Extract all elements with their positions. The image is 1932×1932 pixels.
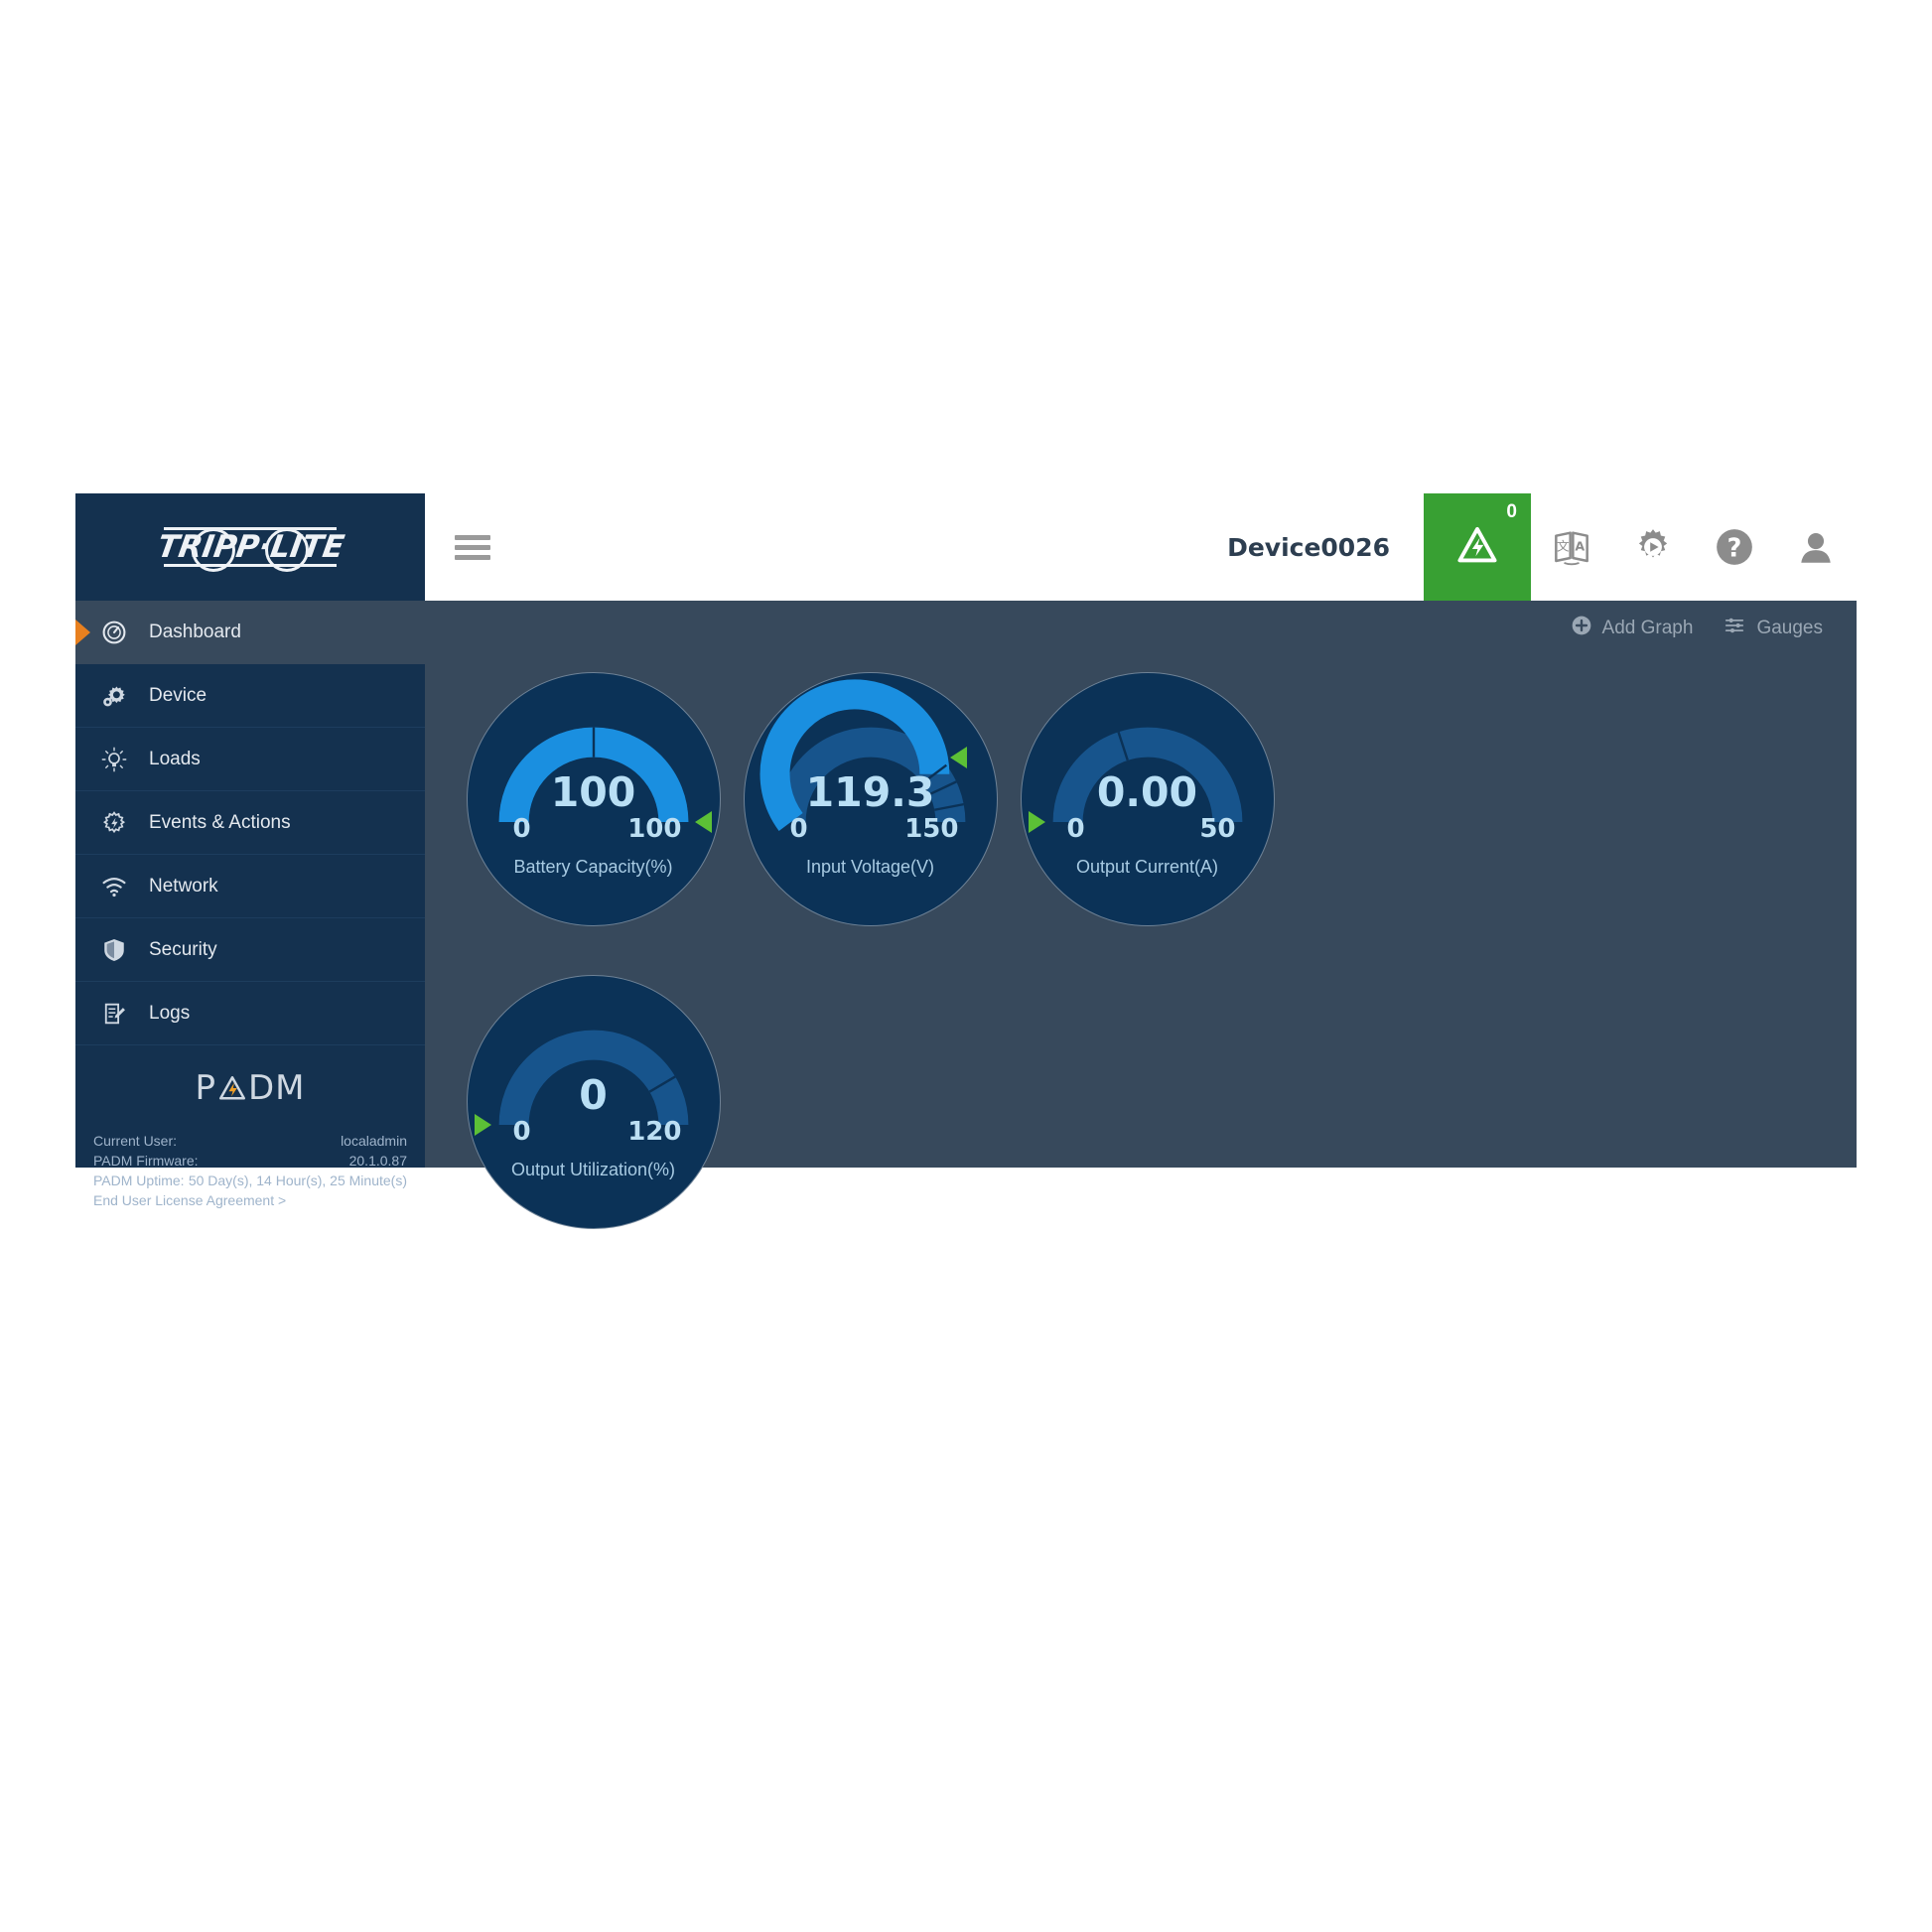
gauge-pointer-icon <box>1029 811 1046 833</box>
footer-row-current-user: Current User: localadmin <box>93 1131 407 1151</box>
sidebar-footer-info: Current User: localadmin PADM Firmware: … <box>75 1131 425 1220</box>
gauge-output-current[interactable]: 0.00 0 50 Output Current(A) <box>1020 672 1275 926</box>
svg-text:A: A <box>1575 539 1585 554</box>
gauge-cell: 0 0 120 Output Utilization(%) <box>455 975 732 1278</box>
gauge-pointer-icon <box>694 811 712 833</box>
sidebar-item-security[interactable]: Security <box>75 918 425 982</box>
left-sidebar: Dashboard Device Loads Events & Actions … <box>75 601 425 1208</box>
footer-value: 50 Day(s), 14 Hour(s), 25 Minute(s) <box>188 1173 407 1188</box>
footer-value: 20.1.0.87 <box>348 1153 407 1169</box>
sidebar-item-network[interactable]: Network <box>75 855 425 918</box>
add-graph-button[interactable]: Add Graph <box>1571 615 1694 642</box>
padm-logo-bolt-icon <box>219 1076 245 1100</box>
tripp-lite-logo: TRIPP·LITE <box>155 516 346 578</box>
padm-logo-p: P <box>195 1068 216 1108</box>
sidebar-item-loads[interactable]: Loads <box>75 728 425 791</box>
gear-play-icon[interactable] <box>1612 493 1694 601</box>
top-header-bar: TRIPP·LITE Device0026 0 文 A ? <box>75 493 1857 601</box>
gauge-title: Output Current(A) <box>1075 857 1219 877</box>
gauge-title: Input Voltage(V) <box>805 857 935 877</box>
network-wifi-icon <box>101 874 141 899</box>
gauge-output-utilization[interactable]: 0 0 120 Output Utilization(%) <box>466 975 721 1229</box>
gauge-cell: 0.00 0 50 Output Current(A) <box>1009 672 1286 975</box>
sidebar-item-label: Events & Actions <box>149 811 291 833</box>
hamburger-menu-icon[interactable] <box>425 493 520 601</box>
padm-web-app: TRIPP·LITE Device0026 0 文 A ? Dashboard … <box>75 493 1857 1229</box>
gauge-value: 100 <box>550 768 636 816</box>
gauge-min-label: 0 <box>512 1117 531 1147</box>
gauge-input-voltage[interactable]: 119.3 0 150 Input Voltage(V) <box>743 672 998 926</box>
sidebar-item-label: Device <box>149 684 207 706</box>
footer-label: PADM Firmware: <box>93 1153 199 1169</box>
svg-text:?: ? <box>1727 532 1742 562</box>
brand-area: TRIPP·LITE <box>75 493 425 601</box>
language-translate-icon[interactable]: 文 A <box>1531 493 1612 601</box>
gauge-grid: 100 0 100 Battery Capacity(%) 119.3 0 15… <box>455 672 1857 1229</box>
gauge-pointer-icon <box>950 747 968 768</box>
app-body: Dashboard Device Loads Events & Actions … <box>75 601 1857 1229</box>
header-spacer <box>520 493 1193 601</box>
gauge-battery-capacity[interactable]: 100 0 100 Battery Capacity(%) <box>466 672 721 926</box>
svg-text:文: 文 <box>1557 539 1570 554</box>
gauges-label: Gauges <box>1756 618 1823 638</box>
padm-logo: P DM <box>75 1045 425 1131</box>
footer-label: Current User: <box>93 1133 178 1149</box>
gauge-cell: 119.3 0 150 Input Voltage(V) <box>732 672 1009 975</box>
eula-link[interactable]: End User License Agreement > <box>93 1190 407 1210</box>
dashboard-gauge-icon <box>101 620 141 645</box>
loads-bulb-icon <box>101 747 141 772</box>
sliders-icon <box>1723 615 1746 642</box>
device-gear-icon <box>101 683 141 709</box>
gauge-min-label: 0 <box>1066 814 1085 844</box>
content-toolbar: Add Graph Gauges <box>1571 615 1823 642</box>
footer-row-firmware: PADM Firmware: 20.1.0.87 <box>93 1151 407 1171</box>
sidebar-item-label: Dashboard <box>149 621 241 642</box>
events-gear-icon <box>101 810 141 836</box>
footer-row-uptime: PADM Uptime: 50 Day(s), 14 Hour(s), 25 M… <box>93 1171 407 1190</box>
padm-logo-dm: DM <box>248 1068 306 1108</box>
gauge-pointer-icon <box>475 1114 492 1136</box>
security-shield-icon <box>101 937 141 963</box>
footer-value: localadmin <box>341 1133 407 1149</box>
device-name-label: Device0026 <box>1227 532 1390 562</box>
alarm-status-button[interactable]: 0 <box>1424 493 1531 601</box>
gauge-min-label: 0 <box>512 814 531 844</box>
sidebar-item-label: Network <box>149 875 218 897</box>
sidebar-item-events-actions[interactable]: Events & Actions <box>75 791 425 855</box>
user-account-icon[interactable] <box>1775 493 1857 601</box>
add-graph-label: Add Graph <box>1601 618 1694 638</box>
help-question-icon[interactable]: ? <box>1694 493 1775 601</box>
logs-notepad-icon <box>101 1001 141 1027</box>
active-pointer-icon <box>75 620 90 645</box>
plus-circle-icon <box>1571 615 1592 642</box>
sidebar-item-device[interactable]: Device <box>75 664 425 728</box>
alarm-count-badge: 0 <box>1506 501 1517 522</box>
gauge-value: 119.3 <box>805 768 935 816</box>
gauge-value: 0 <box>579 1071 608 1119</box>
sidebar-item-label: Security <box>149 938 217 960</box>
main-content: Add Graph Gauges 100 0 100 Battery Capac… <box>425 601 1857 1229</box>
gauge-value: 0.00 <box>1096 768 1198 816</box>
gauge-max-label: 50 <box>1199 814 1236 844</box>
gauge-max-label: 120 <box>627 1117 682 1147</box>
gauge-max-label: 100 <box>627 814 682 844</box>
alarm-warning-icon <box>1455 523 1499 572</box>
gauge-cell: 100 0 100 Battery Capacity(%) <box>455 672 732 975</box>
sidebar-item-logs[interactable]: Logs <box>75 982 425 1045</box>
sidebar-item-dashboard[interactable]: Dashboard <box>75 601 425 664</box>
gauge-title: Output Utilization(%) <box>510 1160 676 1179</box>
sidebar-item-label: Logs <box>149 1002 191 1024</box>
gauge-min-label: 0 <box>789 814 808 844</box>
gauge-title: Battery Capacity(%) <box>513 857 673 877</box>
sidebar-item-label: Loads <box>149 748 201 769</box>
gauges-button[interactable]: Gauges <box>1723 615 1823 642</box>
gauge-max-label: 150 <box>904 814 959 844</box>
footer-label: PADM Uptime: <box>93 1173 185 1188</box>
